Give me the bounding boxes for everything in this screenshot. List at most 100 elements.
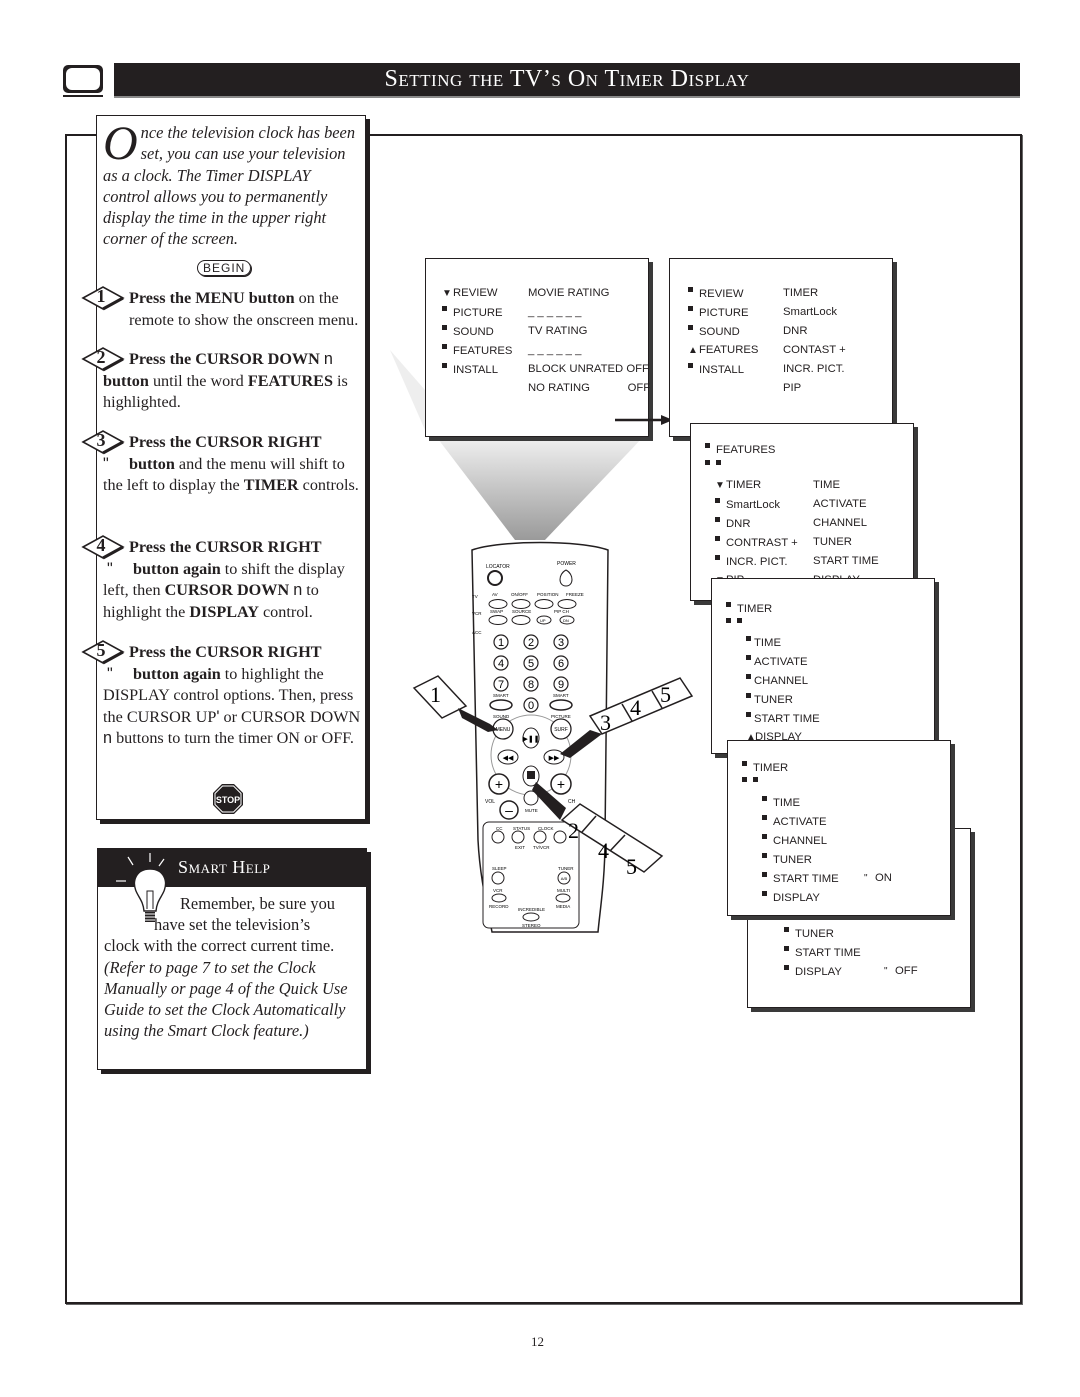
svg-text:STEREO: STEREO (522, 923, 541, 928)
svg-text:A/B: A/B (561, 876, 568, 881)
step-number-badge: 1 (81, 285, 125, 311)
menu-item-features-highlighted: ▲FEATURES (688, 344, 759, 356)
bullet-icon (746, 636, 751, 641)
smart-help-panel: Smart Help Remember, be sure you have se… (97, 848, 367, 1070)
svg-text:◀◀: ◀◀ (503, 755, 514, 762)
bullet-icon (726, 618, 731, 623)
step-number-badge: 2 (81, 346, 125, 372)
svg-text:INCREDIBLE: INCREDIBLE (518, 907, 545, 912)
step-2-action: Press the CURSOR DOWN (129, 350, 320, 368)
svg-text:ACC: ACC (472, 630, 482, 635)
submenu-item: SmartLock (783, 306, 837, 318)
step-2: 2 Press the CURSOR DOWN n button until t… (81, 347, 361, 414)
page-number: 12 (531, 1334, 544, 1349)
bullet-icon (762, 815, 767, 820)
step-4: 4 Press the CURSOR RIGHT " button again … (81, 535, 361, 623)
step-number-badge: 5 (81, 639, 125, 665)
bullet-icon (442, 344, 447, 349)
svg-text:SMART: SMART (493, 693, 509, 698)
bullet-icon (442, 325, 447, 330)
selector-icon: " (864, 873, 868, 884)
bullet-icon (715, 555, 720, 560)
submenu-item: _ _ _ _ _ _ (528, 306, 582, 318)
page-title: Setting the TV’s On Timer Display (384, 66, 750, 92)
svg-text:CLOCK: CLOCK (538, 826, 554, 831)
step-3-action: Press the CURSOR RIGHT (129, 433, 322, 451)
bullet-icon (784, 965, 789, 970)
bullet-icon (715, 498, 720, 503)
bullet-icon (746, 693, 751, 698)
svg-text:EXIT: EXIT (515, 845, 525, 850)
callout-number: 4 (598, 838, 609, 863)
submenu-item: MOVIE RATING (528, 287, 610, 299)
digit-button: 4 (498, 658, 504, 670)
remote-label: LOCATOR (486, 564, 510, 570)
bullet-icon (762, 891, 767, 896)
remote-label: POWER (557, 561, 576, 567)
sleep-button (491, 871, 505, 885)
svg-text:TV: TV (472, 594, 478, 599)
page-title-bar: Setting the TV’s On Timer Display (114, 63, 1020, 98)
cursor-right-icon: " (103, 454, 109, 473)
svg-text:STOP: STOP (216, 795, 240, 805)
digit-button: 8 (528, 679, 534, 691)
osd-display-on: TIMER TIME ACTIVATE CHANNEL TUNER START … (727, 740, 951, 916)
menu-item-sound: SOUND (442, 325, 494, 338)
scroll-arrow-icon: ▼ (442, 288, 452, 299)
digit-button: 1 (498, 637, 504, 649)
bullet-icon (784, 946, 789, 951)
callout-number: 5 (660, 682, 671, 707)
svg-text:STATUS: STATUS (513, 826, 530, 831)
svg-text:MUTE: MUTE (525, 808, 538, 813)
step-5: 5 Press the CURSOR RIGHT " button again … (81, 640, 361, 750)
display-option-value: " OFF (884, 965, 918, 977)
intro-text: nce the television clock has been set, y… (103, 123, 356, 249)
svg-text:SOURCE: SOURCE (512, 609, 531, 614)
bullet-icon (688, 325, 693, 330)
bullet-icon (442, 306, 447, 311)
menu-item-timer-highlighted: ▼TIMER (715, 479, 762, 491)
locator-button (487, 570, 503, 586)
digit-button: 7 (498, 679, 504, 691)
svg-text:SOUND: SOUND (493, 714, 510, 719)
svg-text:SURF: SURF (554, 727, 568, 733)
bullet-icon (715, 517, 720, 522)
svg-text:FREEZE: FREEZE (566, 592, 584, 597)
selector-icon: " (884, 966, 888, 977)
svg-text:PICTURE: PICTURE (551, 714, 571, 719)
bullet-icon (737, 618, 742, 623)
bullet-icon (762, 853, 767, 858)
svg-text:▶▶: ▶▶ (549, 755, 560, 762)
submenu-item: PIP (783, 382, 802, 394)
begin-badge: BEGIN (197, 260, 252, 276)
digit-button: 0 (528, 700, 534, 712)
step-5-action: Press the CURSOR RIGHT (129, 643, 322, 661)
digit-button: 2 (528, 637, 534, 649)
step-number-badge: 3 (81, 429, 125, 455)
bullet-icon (746, 712, 751, 717)
step-3: 3 Press the CURSOR RIGHT " button and th… (81, 430, 361, 497)
osd-timer-menu: FEATURES ▼TIMER SmartLock DNR CONTRAST +… (690, 423, 914, 601)
instructions-panel: O nce the television clock has been set,… (81, 115, 366, 820)
bullet-icon (688, 363, 693, 368)
svg-text:MEDIA: MEDIA (556, 904, 570, 909)
bullet-icon (726, 602, 731, 607)
menu-item-install: INSTALL (442, 363, 498, 376)
osd-timer-display-menu: TIMER TIME ACTIVATE CHANNEL TUNER START … (711, 578, 935, 754)
bullet-icon (746, 674, 751, 679)
intro-paragraph: O nce the television clock has been set,… (103, 120, 361, 250)
submenu-item: TIME (813, 479, 840, 491)
svg-text:VCR: VCR (472, 611, 482, 616)
step-4-action: Press the CURSOR RIGHT (129, 538, 322, 556)
callout-number: 4 (630, 695, 641, 720)
svg-text:TUNER: TUNER (558, 866, 574, 871)
cursor-down-icon: n (103, 729, 113, 748)
callout-number: 3 (600, 710, 611, 735)
bullet-icon (753, 777, 758, 782)
svg-text:–: – (505, 802, 513, 818)
bullet-icon (688, 306, 693, 311)
scroll-arrow-icon: ▲ (688, 345, 698, 356)
bullet-icon (442, 363, 447, 368)
osd-main-menu: ▼REVIEW PICTURE SOUND FEATURES INSTALL M… (425, 258, 650, 437)
osd-features-menu: REVIEW PICTURE SOUND ▲FEATURES INSTALL T… (669, 258, 893, 437)
